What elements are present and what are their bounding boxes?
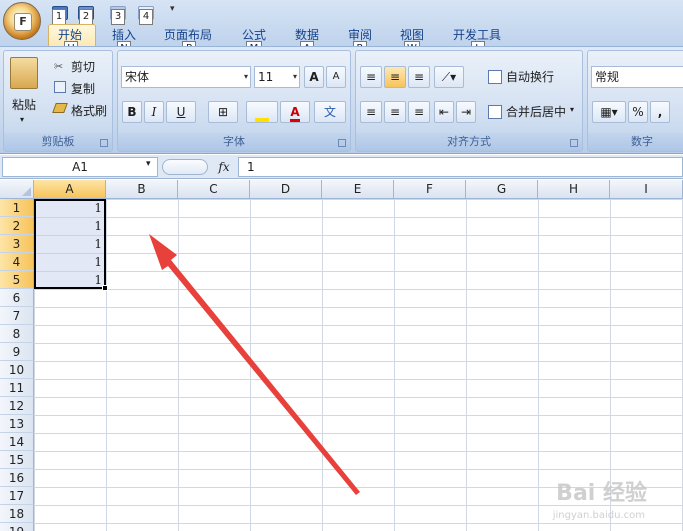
- merge-center-button[interactable]: 合并后居中: [506, 104, 566, 120]
- paste-icon[interactable]: [10, 57, 38, 89]
- font-name-value: 宋体: [125, 70, 150, 84]
- italic-button[interactable]: I: [144, 101, 164, 123]
- name-box[interactable]: A1: [2, 157, 158, 177]
- bold-button[interactable]: B: [122, 101, 142, 123]
- align-top-icon: ≡: [365, 70, 377, 84]
- align-left-button[interactable]: ≡: [360, 101, 382, 123]
- alignment-group-title: 对齐方式: [356, 133, 582, 151]
- font-size-select[interactable]: 11 ▾: [254, 66, 300, 88]
- office-button-keytip: F: [14, 13, 32, 31]
- worksheet-grid[interactable]: A B C D E F G H I 1 2 3 4 5 6 7 8 9 10 1…: [0, 180, 683, 531]
- align-bottom-button[interactable]: ≡: [408, 66, 430, 88]
- number-format-select[interactable]: 常规: [591, 66, 683, 88]
- number-format-value: 常规: [595, 70, 620, 84]
- number-group-title: 数字: [588, 133, 683, 151]
- title-and-tab-bar: F 1 2 3 4 ▾ 开始 插入 页面布局 公式 数据 审阅 视图 开发工具 …: [0, 0, 683, 57]
- font-launcher-icon[interactable]: [338, 139, 346, 147]
- borders-icon: ⊞: [217, 105, 229, 119]
- align-left-icon: ≡: [365, 105, 377, 119]
- orientation-button[interactable]: ⟋▾: [434, 66, 464, 88]
- fill-color-button[interactable]: [246, 101, 278, 123]
- wrap-text-button[interactable]: 自动换行: [506, 69, 554, 85]
- number-group: 常规 ▦▾ % , 数字: [587, 50, 683, 152]
- chevron-down-icon: ▾: [243, 72, 248, 81]
- align-bottom-icon: ≡: [413, 70, 425, 84]
- insert-function-button[interactable]: fx: [212, 159, 236, 175]
- merge-dropdown-icon[interactable]: ▾: [570, 105, 574, 114]
- currency-button[interactable]: ▦▾: [592, 101, 626, 123]
- paste-button[interactable]: 粘贴: [12, 97, 36, 113]
- copy-button[interactable]: 复制: [71, 81, 95, 97]
- font-group: 宋体 ▾ 11 ▾ A A B I U ⊞ A 文 字体: [117, 50, 351, 152]
- grow-font-button[interactable]: A: [304, 66, 324, 88]
- name-box-value: A1: [72, 160, 88, 174]
- align-top-button[interactable]: ≡: [360, 66, 382, 88]
- excel-window: F 1 2 3 4 ▾ 开始 插入 页面布局 公式 数据 审阅 视图 开发工具 …: [0, 0, 683, 531]
- formula-input-value: 1: [247, 160, 255, 174]
- align-right-button[interactable]: ≡: [408, 101, 430, 123]
- font-group-title: 字体: [118, 133, 350, 151]
- clipboard-group-title: 剪贴板: [4, 133, 112, 151]
- borders-button[interactable]: ⊞: [208, 101, 238, 123]
- align-middle-icon: ≡: [389, 70, 401, 84]
- qat-keytip-3: 3: [111, 9, 125, 25]
- formula-bar-expand-handle[interactable]: [162, 159, 208, 175]
- formula-input[interactable]: 1: [238, 157, 683, 177]
- qat-dropdown-icon[interactable]: ▾: [170, 4, 175, 14]
- decrease-indent-button[interactable]: ⇤: [434, 101, 454, 123]
- font-color-icon: A: [290, 105, 300, 122]
- watermark-url: jingyan.baidu.com: [552, 510, 645, 521]
- qat-keytip-4: 4: [139, 9, 153, 25]
- paste-dropdown-icon[interactable]: ▾: [20, 115, 24, 124]
- copy-icon: [54, 81, 66, 93]
- comma-button[interactable]: ,: [650, 101, 670, 123]
- alignment-launcher-icon[interactable]: [570, 139, 578, 147]
- align-center-icon: ≡: [389, 105, 401, 119]
- scissors-icon: ✂: [54, 60, 64, 73]
- watermark-logo: Bai 经验: [556, 481, 647, 506]
- font-color-button[interactable]: A: [280, 101, 310, 123]
- wrap-text-icon: [488, 70, 502, 84]
- currency-icon: ▦▾: [600, 105, 618, 119]
- align-middle-button[interactable]: ≡: [384, 66, 406, 88]
- alignment-group: ≡ ≡ ≡ ⟋▾ ≡ ≡ ≡ ⇤ ⇥ 自动换行 合并后居中 ▾ 对齐方式: [355, 50, 583, 152]
- chevron-down-icon: ▾: [292, 72, 297, 81]
- font-size-value: 11: [258, 70, 274, 84]
- clipboard-group: 粘贴 ▾ ✂ 剪切 复制 格式刷 剪贴板: [3, 50, 113, 152]
- orientation-icon: ⟋▾: [441, 70, 457, 84]
- office-button[interactable]: F: [3, 2, 41, 40]
- merge-center-icon: [488, 105, 502, 119]
- percent-button[interactable]: %: [628, 101, 648, 123]
- red-arrow-icon: [149, 234, 360, 495]
- clipboard-launcher-icon[interactable]: [100, 139, 108, 147]
- shrink-font-button[interactable]: A: [326, 66, 346, 88]
- ribbon: 粘贴 ▾ ✂ 剪切 复制 格式刷 剪贴板 宋体 ▾ 11 ▾ A A B I U ⊞: [0, 46, 683, 154]
- font-name-select[interactable]: 宋体 ▾: [121, 66, 251, 88]
- name-box-dropdown-icon[interactable]: ▾: [146, 159, 151, 169]
- align-right-icon: ≡: [413, 105, 425, 119]
- qat-keytip-1: 1: [52, 9, 66, 25]
- align-center-button[interactable]: ≡: [384, 101, 406, 123]
- format-painter-icon: [52, 103, 68, 113]
- underline-button[interactable]: U: [166, 101, 196, 123]
- increase-indent-button[interactable]: ⇥: [456, 101, 476, 123]
- format-painter-button[interactable]: 格式刷: [71, 103, 107, 119]
- decrease-indent-icon: ⇤: [438, 105, 450, 119]
- fill-color-icon: [255, 118, 269, 122]
- increase-indent-icon: ⇥: [460, 105, 472, 119]
- phonetic-button[interactable]: 文: [314, 101, 346, 123]
- qat-keytip-2: 2: [79, 9, 93, 25]
- formula-bar: A1 ▾ fx 1: [0, 155, 683, 179]
- cut-button[interactable]: 剪切: [71, 59, 95, 75]
